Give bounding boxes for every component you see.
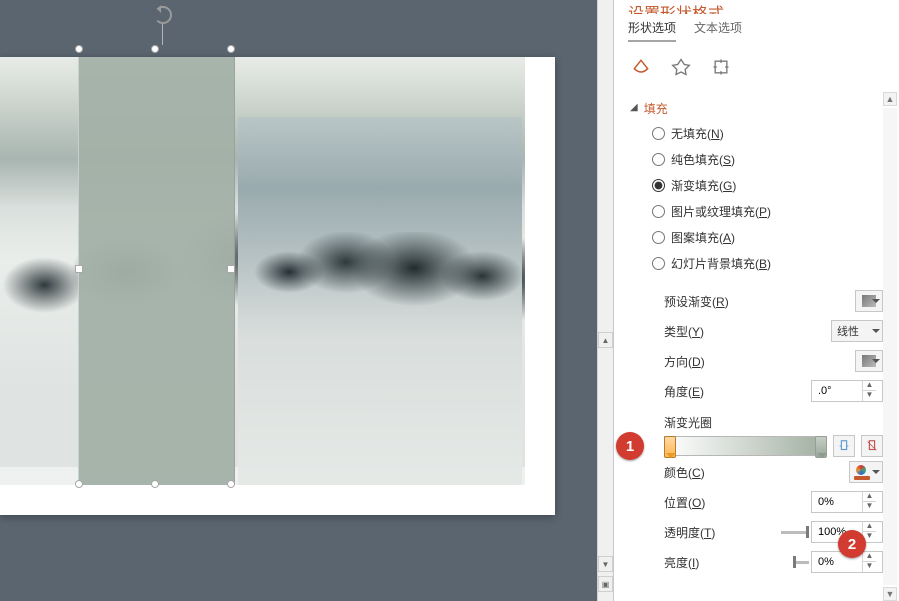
tab-text-options[interactable]: 文本选项	[694, 19, 742, 42]
size-properties-icon[interactable]	[710, 56, 732, 78]
canvas-scrollbar[interactable]: ▲ ▼ ▣	[597, 0, 613, 601]
section-fill[interactable]: ◢ 填充	[630, 96, 883, 125]
color-dropdown[interactable]	[849, 461, 883, 483]
fill-picture[interactable]: 图片或纹理填充(P)	[652, 203, 883, 220]
panel-scroll-down-icon[interactable]: ▼	[883, 587, 897, 601]
format-shape-panel: 设置形状格式 形状选项 文本选项 ◢ 填充 无填充(N) 纯色填充	[613, 0, 899, 601]
row-preset: 预设渐变(R)	[630, 286, 883, 316]
panel-scroll-up-icon[interactable]: ▲	[883, 92, 897, 106]
label-color: 颜色(C)	[664, 464, 705, 481]
scroll-down-icon[interactable]: ▼	[598, 556, 613, 572]
position-down-icon[interactable]: ▼	[862, 502, 876, 512]
rotate-handle-icon[interactable]	[154, 6, 172, 24]
row-angle: 角度(E) ▲▼	[630, 376, 883, 406]
position-input[interactable]	[812, 496, 862, 508]
fill-radio-group: 无填充(N) 纯色填充(S) 渐变填充(G) 图片或纹理填充(P) 图案填充(A…	[630, 125, 883, 272]
gradient-stop-1[interactable]	[664, 436, 676, 458]
row-type: 类型(Y) 线性	[630, 316, 883, 346]
fill-pattern[interactable]: 图案填充(A)	[652, 229, 883, 246]
remove-stop-button[interactable]	[861, 435, 883, 457]
tab-shape-options[interactable]: 形状选项	[628, 19, 676, 42]
label-angle: 角度(E)	[664, 383, 704, 400]
placed-picture[interactable]	[238, 117, 522, 485]
selected-shape[interactable]	[78, 57, 235, 485]
label-type: 类型(Y)	[664, 323, 704, 340]
angle-spinner[interactable]: ▲▼	[811, 380, 883, 402]
fill-solid[interactable]: 纯色填充(S)	[652, 151, 883, 168]
position-spinner[interactable]: ▲▼	[811, 491, 883, 513]
add-stop-button[interactable]	[833, 435, 855, 457]
panel-tabs: 形状选项 文本选项	[614, 14, 899, 52]
slide-canvas[interactable]: ▲ ▼ ▣	[0, 0, 613, 601]
row-position: 位置(O) ▲▼	[630, 487, 883, 517]
panel-scroll-track[interactable]	[883, 108, 897, 585]
label-brightness: 亮度(I)	[664, 554, 699, 571]
section-fill-label: 填充	[644, 100, 668, 117]
type-dropdown[interactable]: 线性	[831, 320, 883, 342]
label-transparency: 透明度(T)	[664, 524, 715, 541]
panel-scrollbar[interactable]: ▲ ▼	[883, 92, 897, 601]
scroll-up-icon[interactable]: ▲	[598, 332, 613, 348]
transparency-slider[interactable]	[781, 529, 809, 535]
resize-handle-w[interactable]	[75, 265, 83, 273]
label-direction: 方向(D)	[664, 353, 705, 370]
collapse-icon: ◢	[630, 102, 638, 113]
resize-handle-sw[interactable]	[75, 480, 83, 488]
fill-slidebg[interactable]: 幻灯片背景填充(B)	[652, 255, 883, 272]
scroll-split-icon[interactable]: ▣	[598, 576, 613, 592]
effects-icon[interactable]	[670, 56, 692, 78]
panel-title: 设置形状格式	[614, 0, 899, 14]
direction-dropdown[interactable]	[855, 350, 883, 372]
row-stops	[630, 435, 883, 457]
slide[interactable]	[0, 57, 555, 515]
callout-badge-2: 2	[838, 530, 866, 558]
fill-none[interactable]: 无填充(N)	[652, 125, 883, 142]
gradient-stop-2[interactable]	[815, 436, 827, 458]
label-preset: 预设渐变(R)	[664, 293, 729, 310]
resize-handle-e[interactable]	[227, 265, 235, 273]
resize-handle-s[interactable]	[151, 480, 159, 488]
angle-input[interactable]	[812, 385, 862, 397]
preset-dropdown[interactable]	[855, 290, 883, 312]
row-direction: 方向(D)	[630, 346, 883, 376]
gradient-stops-track[interactable]	[664, 436, 827, 456]
panel-scroll-area: ◢ 填充 无填充(N) 纯色填充(S) 渐变填充(G) 图片或纹理填充(P) 图…	[614, 92, 899, 601]
resize-handle-nw[interactable]	[75, 45, 83, 53]
label-stops: 渐变光圈	[630, 406, 883, 435]
resize-handle-se[interactable]	[227, 480, 235, 488]
rotate-stem	[162, 24, 163, 45]
brightness-down-icon[interactable]: ▼	[862, 562, 876, 572]
angle-down-icon[interactable]: ▼	[862, 391, 876, 401]
brightness-slider[interactable]	[781, 559, 809, 565]
label-position: 位置(O)	[664, 494, 705, 511]
fill-line-icon[interactable]	[630, 56, 652, 78]
resize-handle-ne[interactable]	[227, 45, 235, 53]
brightness-input[interactable]	[812, 556, 862, 568]
callout-badge-1: 1	[616, 432, 644, 460]
resize-handle-n[interactable]	[151, 45, 159, 53]
panel-icon-row	[614, 52, 899, 90]
fill-gradient[interactable]: 渐变填充(G)	[652, 177, 883, 194]
